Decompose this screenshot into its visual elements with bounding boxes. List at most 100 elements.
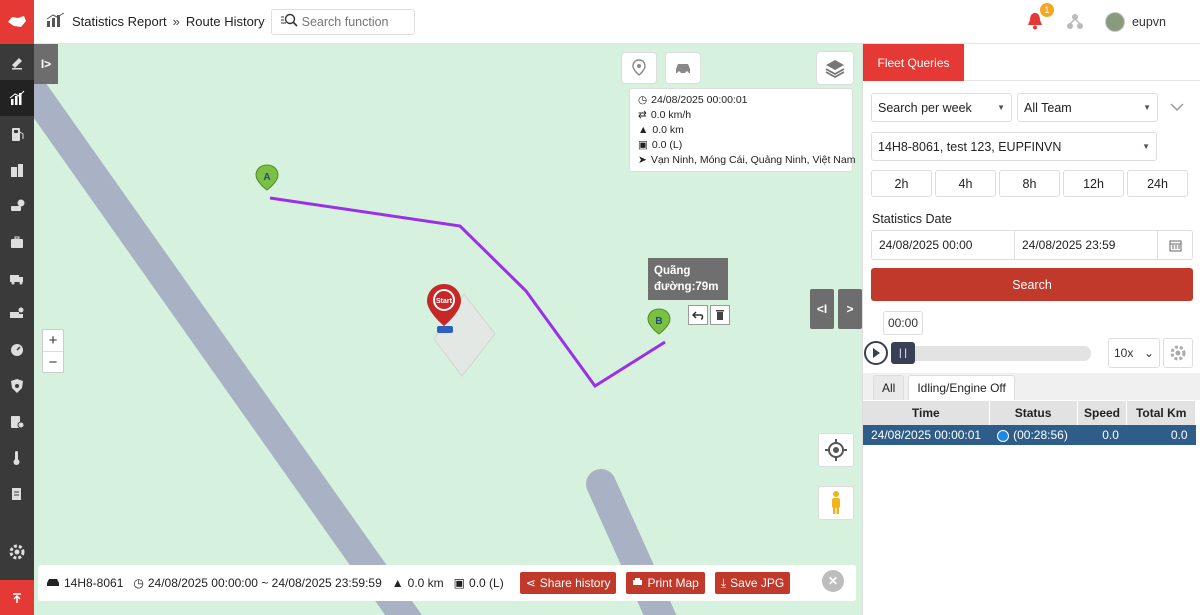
column-header-total-km[interactable]: Total Km — [1126, 401, 1196, 425]
briefcase-icon[interactable] — [0, 224, 34, 260]
street-view-button[interactable] — [818, 486, 854, 520]
caret-down-icon: ▼ — [1142, 142, 1150, 151]
breadcrumb-route-history[interactable]: Route History — [186, 14, 265, 29]
location-pin-button[interactable] — [621, 52, 657, 84]
report-icon[interactable] — [0, 476, 34, 512]
road-icon: ▲ — [391, 576, 404, 590]
hour-button-8h[interactable]: 8h — [999, 170, 1060, 197]
search-function-box[interactable] — [270, 8, 415, 35]
cell-status: (00:28:56) — [989, 425, 1078, 445]
print-map-button[interactable]: Print Map — [626, 572, 705, 594]
hour-button-2h[interactable]: 2h — [871, 170, 932, 197]
marker-a[interactable]: A — [255, 164, 279, 191]
route-doc-icon[interactable] — [0, 404, 34, 440]
playback-control: | | — [863, 338, 1095, 368]
search-button[interactable]: Search — [871, 268, 1193, 301]
tooltip-line-1: Quãng — [654, 265, 691, 277]
date-to-input[interactable]: 24/08/2025 23:59 — [1015, 231, 1158, 259]
trash-icon[interactable] — [710, 305, 730, 325]
chevron-down-icon[interactable] — [1169, 99, 1185, 115]
search-function-input[interactable] — [301, 14, 412, 29]
tab-all[interactable]: All — [873, 375, 905, 400]
status-dot-icon — [997, 429, 1010, 442]
play-icon[interactable] — [864, 341, 888, 365]
zoom-in-button[interactable]: + — [43, 330, 63, 351]
save-jpg-button[interactable]: ⤓ Save JPG — [714, 572, 791, 594]
date-range-field: 24/08/2025 00:00 24/08/2025 23:59 — [871, 230, 1193, 260]
collapse-up-icon[interactable] — [0, 580, 34, 615]
car-chat-icon[interactable] — [0, 188, 34, 224]
table-row[interactable]: 24/08/2025 00:00:01 (00:28:56) 0.0 0.0 — [863, 425, 1196, 445]
settings-icon[interactable] — [0, 534, 34, 570]
layers-button[interactable] — [816, 51, 854, 85]
tab-idling-engine-off[interactable]: Idling/Engine Off — [908, 375, 1015, 400]
expand-right-panel-button[interactable]: > — [838, 289, 862, 329]
hour-button-4h[interactable]: 4h — [935, 170, 996, 197]
chevron-down-icon: ⌄ — [1143, 346, 1154, 360]
player-settings-icon[interactable] — [1163, 338, 1193, 368]
road-segment — [34, 66, 422, 615]
route-summary-bar: 14H8-8061 ◷ 24/08/2025 00:00:00 ~ 24/08/2… — [38, 565, 856, 601]
column-header-status[interactable]: Status — [989, 401, 1078, 425]
info-address: Vạn Ninh, Móng Cái, Quảng Ninh, Việt Nam — [650, 154, 856, 166]
summary-plate: 14H8-8061 — [64, 576, 124, 590]
rubber-icon[interactable] — [0, 44, 34, 80]
date-from-input[interactable]: 24/08/2025 00:00 — [872, 231, 1015, 259]
period-select[interactable]: Search per week ▼ — [871, 93, 1012, 122]
summary-time-range: 24/08/2025 00:00:00 ~ 24/08/2025 23:59:5… — [147, 576, 382, 590]
vehicle-view-button[interactable] — [665, 52, 701, 84]
summary-distance: 0.0 km — [407, 576, 444, 590]
vehicle-info-box: ◷ 24/08/2025 00:00:01 ⇄ 0.0 km/h ▲ 0.0 km ▣… — [629, 88, 856, 172]
collapse-right-panel-button[interactable]: <I — [810, 289, 834, 329]
info-fuel: 0.0 (L) — [651, 139, 683, 151]
caret-down-icon: ▼ — [997, 103, 1005, 112]
shield-icon[interactable] — [0, 368, 34, 404]
save-jpg-label: Save JPG — [730, 576, 785, 590]
hour-button-24h[interactable]: 24h — [1127, 170, 1188, 197]
truck-icon[interactable] — [0, 260, 34, 296]
collapse-panel-button[interactable]: I> — [34, 44, 58, 84]
user-menu[interactable]: eupvn — [1104, 12, 1166, 32]
info-distance: 0.0 km — [652, 124, 684, 136]
caret-down-icon: ▼ — [1143, 103, 1151, 112]
map-area[interactable]: A B Start I> + − ◷ 24/08/2025 00:00:01 ⇄ 0… — [34, 44, 862, 615]
playback-track[interactable] — [893, 346, 1091, 361]
locate-me-button[interactable] — [818, 433, 854, 467]
fuel-small-icon: ▣ — [453, 576, 466, 590]
tooltip-line-2: đường:79m — [654, 281, 719, 293]
share-icon: ⋖ — [525, 576, 536, 590]
speed-arrows-icon: ⇄ — [638, 109, 647, 121]
undo-icon[interactable] — [688, 305, 708, 325]
layers-icon — [825, 60, 845, 78]
marker-b[interactable]: B — [647, 308, 671, 335]
share-history-button[interactable]: ⋖ Share history — [519, 572, 617, 594]
app-logo[interactable] — [0, 0, 34, 44]
column-header-speed[interactable]: Speed — [1077, 401, 1128, 425]
zoom-out-button[interactable]: − — [43, 351, 63, 372]
left-rail — [0, 0, 34, 615]
road-icon: ▲ — [638, 124, 649, 136]
buildings-icon[interactable] — [0, 152, 34, 188]
playback-handle[interactable]: | | — [891, 342, 915, 364]
calendar-icon[interactable] — [1158, 231, 1192, 259]
tab-fleet-queries[interactable]: Fleet Queries — [863, 44, 964, 81]
notification-bell-icon[interactable]: 1 — [1025, 2, 1054, 34]
hour-button-12h[interactable]: 12h — [1063, 170, 1124, 197]
network-icon[interactable] — [1065, 11, 1085, 34]
breadcrumb-statistics-report[interactable]: Statistics Report — [72, 14, 167, 29]
fuel-icon[interactable] — [0, 116, 34, 152]
speedometer-icon[interactable] — [0, 332, 34, 368]
vehicle-select[interactable]: 14H8-8061, test 123, EUPFINVN ▼ — [871, 132, 1157, 161]
bar-chart-icon[interactable] — [0, 80, 34, 116]
team-select[interactable]: All Team ▼ — [1017, 93, 1158, 122]
print-map-label: Print Map — [647, 576, 699, 590]
close-summary-icon[interactable]: ✕ — [822, 570, 844, 592]
column-header-time[interactable]: Time — [863, 401, 990, 425]
thermometer-icon[interactable] — [0, 440, 34, 476]
download-icon: ⤓ — [720, 575, 727, 590]
playback-speed-select[interactable]: 10x ⌄ — [1108, 338, 1160, 368]
hour-range-buttons: 2h 4h 8h 12h 24h — [871, 170, 1188, 197]
share-history-label: Share history — [539, 576, 611, 590]
username: eupvn — [1131, 15, 1166, 29]
truck-alert-icon[interactable] — [0, 296, 34, 332]
